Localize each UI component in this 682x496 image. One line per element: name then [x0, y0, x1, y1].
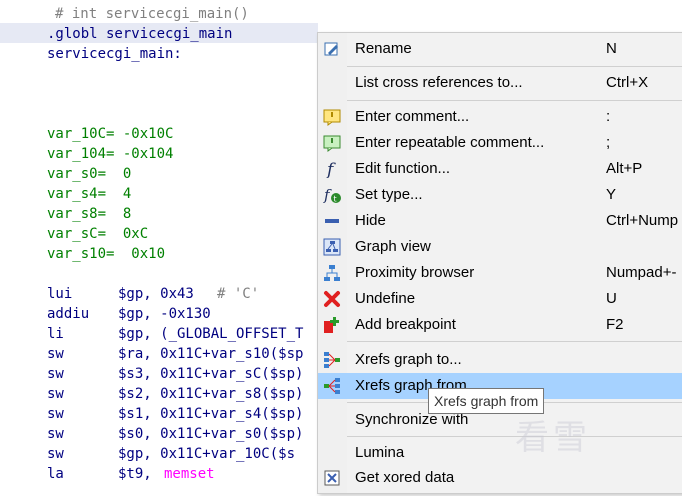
instruction-operands[interactable]: $s1, 0x11C+var_s4($sp): [118, 404, 303, 424]
svg-text:t: t: [334, 195, 337, 204]
stack-var-line[interactable]: var_104= -0x104: [47, 144, 173, 164]
menu-separator: [347, 66, 682, 67]
menu-item-label: List cross references to...: [355, 74, 523, 91]
instruction-operands[interactable]: $gp, (_GLOBAL_OFFSET_T: [118, 324, 303, 344]
instruction-mnemonic[interactable]: li: [47, 324, 64, 344]
instruction-operands[interactable]: $s0, 0x11C+var_s0($sp): [118, 424, 303, 444]
instruction-operands[interactable]: $s2, 0x11C+var_s8($sp): [118, 384, 303, 404]
menu-item-label: Undefine: [355, 290, 416, 307]
instruction-mnemonic[interactable]: sw: [47, 384, 64, 404]
menu-item-proximity-browser[interactable]: Proximity browser Numpad+-: [318, 260, 682, 286]
menu-item-edit-function[interactable]: f Edit function... Alt+P: [318, 156, 682, 182]
menu-item-shortcut: F2: [606, 316, 624, 333]
menu-item-label: Get xored data: [355, 469, 455, 486]
function-label[interactable]: servicecgi_main:: [47, 44, 182, 64]
instruction-mnemonic[interactable]: addiu: [47, 304, 89, 324]
menu-item-label: Set type...: [355, 186, 423, 203]
xored-icon: [323, 469, 341, 487]
stack-var-line[interactable]: var_s8= 8: [47, 204, 131, 224]
instruction-mnemonic[interactable]: sw: [47, 424, 64, 444]
instruction-mnemonic[interactable]: sw: [47, 444, 64, 464]
instruction-operands[interactable]: $gp, -0x130: [118, 304, 211, 324]
repeatable-comment-icon: [323, 134, 341, 152]
menu-item-undefine[interactable]: Undefine U: [318, 286, 682, 312]
function-icon: f: [323, 160, 341, 180]
instruction-mnemonic[interactable]: sw: [47, 344, 64, 364]
breakpoint-icon: [323, 316, 341, 334]
menu-item-shortcut: Ctrl+Nump: [606, 212, 679, 229]
menu-item-label: Proximity browser: [355, 264, 475, 281]
instruction-mnemonic[interactable]: la: [47, 464, 64, 484]
menu-item-label: Rename: [355, 40, 412, 57]
menu-item-label: Lumina: [355, 444, 405, 461]
menu-item-shortcut: Numpad+-: [606, 264, 677, 281]
instruction-mnemonic[interactable]: sw: [47, 364, 64, 384]
menu-item-shortcut: Ctrl+X: [606, 74, 649, 91]
svg-text:f: f: [323, 186, 332, 204]
function-comment: # int servicecgi_main(): [55, 6, 249, 22]
menu-item-shortcut: :: [606, 108, 611, 125]
menu-item-label: Edit function...: [355, 160, 451, 177]
menu-item-set-type[interactable]: ft Set type... Y: [318, 182, 682, 208]
instruction-mnemonic[interactable]: lui: [47, 284, 72, 304]
instruction-comment: # 'C': [217, 286, 260, 302]
menu-item-lumina[interactable]: Lumina: [318, 440, 682, 466]
instruction-operands[interactable]: $s3, 0x11C+var_sC($sp): [118, 364, 303, 384]
xrefs-from-icon: [323, 377, 341, 395]
graph-view-icon: [323, 238, 341, 256]
menu-item-label: Enter comment...: [355, 108, 470, 125]
menu-item-shortcut: U: [606, 290, 617, 307]
menu-item-label: Hide: [355, 212, 386, 229]
menu-item-get-xored-data[interactable]: Get xored data: [318, 465, 682, 491]
watermark: 看雪: [515, 418, 591, 458]
instruction-operands[interactable]: $gp, 0x43: [118, 284, 194, 304]
context-menu: Rename N List cross references to... Ctr…: [317, 32, 682, 494]
proximity-icon: [323, 264, 341, 282]
hide-icon: [323, 212, 341, 230]
menu-item-xrefs-graph-to[interactable]: Xrefs graph to...: [318, 347, 682, 373]
menu-item-rename[interactable]: Rename N: [318, 36, 682, 62]
stack-var-line[interactable]: var_sC= 0xC: [47, 224, 148, 244]
menu-item-label: Enter repeatable comment...: [355, 134, 545, 151]
instruction-operands[interactable]: $t9,: [118, 464, 160, 484]
instruction-operands[interactable]: $gp, 0x11C+var_10C($s: [118, 444, 295, 464]
symbol-reference[interactable]: memset: [164, 464, 215, 484]
menu-item-shortcut: Alt+P: [606, 160, 643, 177]
menu-separator: [347, 341, 682, 342]
menu-item-graph-view[interactable]: Graph view: [318, 234, 682, 260]
menu-item-hide[interactable]: Hide Ctrl+Nump: [318, 208, 682, 234]
stack-var-line[interactable]: var_s0= 0: [47, 164, 131, 184]
menu-item-enter-repeatable-comment[interactable]: Enter repeatable comment... ;: [318, 130, 682, 156]
xrefs-to-icon: [323, 351, 341, 369]
instruction-operands[interactable]: $ra, 0x11C+var_s10($sp: [118, 344, 303, 364]
menu-item-label: Xrefs graph to...: [355, 351, 462, 368]
menu-item-add-breakpoint[interactable]: Add breakpoint F2: [318, 312, 682, 338]
menu-item-enter-comment[interactable]: Enter comment... :: [318, 104, 682, 130]
menu-item-label: Add breakpoint: [355, 316, 456, 333]
menu-item-shortcut: Y: [606, 186, 617, 203]
stack-var-line[interactable]: var_s4= 4: [47, 184, 131, 204]
instruction-mnemonic[interactable]: sw: [47, 404, 64, 424]
menu-item-label: Graph view: [355, 238, 431, 255]
stack-var-line[interactable]: var_10C= -0x10C: [47, 124, 173, 144]
menu-item-list-xrefs[interactable]: List cross references to... Ctrl+X: [318, 70, 682, 96]
stack-var-line[interactable]: var_s10= 0x10: [47, 244, 165, 264]
menu-item-shortcut: N: [606, 40, 617, 57]
globl-directive[interactable]: .globl servicecgi_main: [47, 24, 232, 44]
svg-text:f: f: [325, 160, 336, 178]
menu-separator: [347, 100, 682, 101]
comment-icon: [323, 108, 341, 126]
rename-icon: [323, 40, 341, 58]
undefine-icon: [323, 290, 341, 308]
menu-item-shortcut: ;: [606, 134, 611, 151]
set-type-icon: ft: [323, 186, 341, 204]
